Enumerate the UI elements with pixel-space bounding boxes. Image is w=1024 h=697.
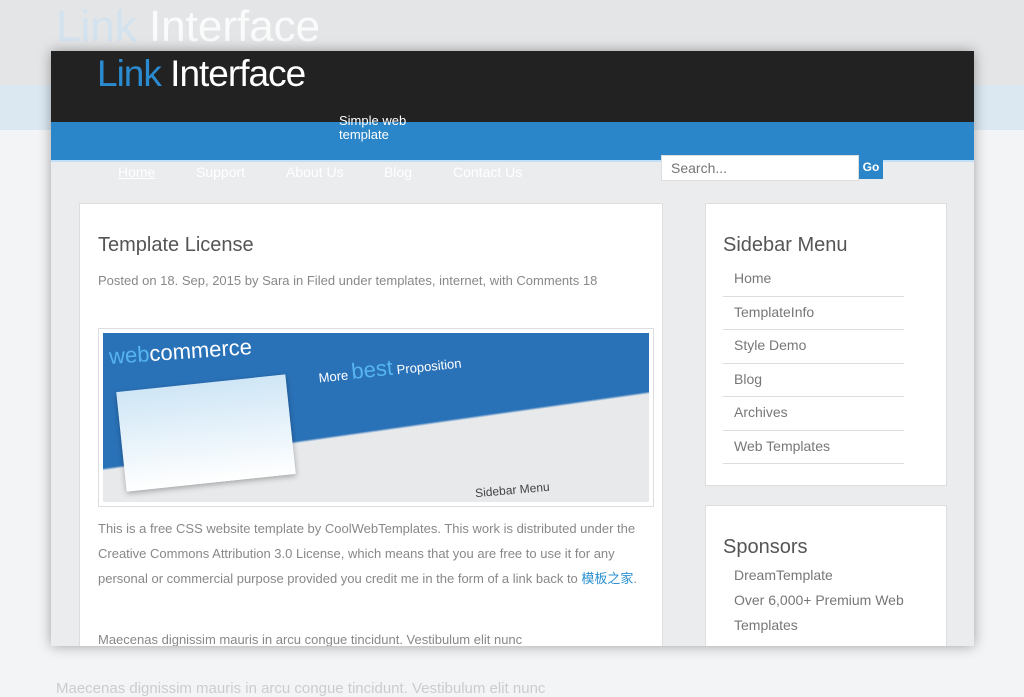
- post-body: This is a free CSS website template by C…: [98, 516, 654, 591]
- sidebar-item-archives[interactable]: Archives: [723, 397, 904, 431]
- image-headline: More best Proposition: [317, 348, 462, 389]
- search-input[interactable]: [661, 155, 859, 181]
- headline-a: More: [317, 367, 353, 386]
- headline-b: best: [350, 354, 395, 384]
- sidebar-item-web-templates[interactable]: Web Templates: [723, 431, 904, 464]
- sidebar-item-style-demo[interactable]: Style Demo: [723, 330, 904, 364]
- bg-logo-a: Link: [56, 2, 137, 51]
- nav-support[interactable]: Support: [196, 164, 245, 180]
- post-content: Template License Posted on 18. Sep, 2015…: [79, 203, 663, 646]
- website-page: Link Interface Simple web template Home …: [51, 51, 974, 646]
- image-mockup: [116, 374, 296, 492]
- credit-link[interactable]: 模板之家: [581, 571, 633, 586]
- bg-logo-b: Interface: [136, 2, 321, 51]
- headline-c: Proposition: [392, 355, 463, 378]
- brand-b: commerce: [148, 334, 253, 367]
- body-text: This is a free CSS website template by C…: [98, 521, 636, 586]
- post-body-2: Maecenas dignissim mauris in arcu congue…: [98, 632, 523, 646]
- sponsors-box: Sponsors DreamTemplate Over 6,000+ Premi…: [705, 505, 947, 646]
- search-go-button[interactable]: Go: [859, 155, 883, 179]
- sidebar-title: Sidebar Menu: [723, 234, 848, 256]
- nav-about-us[interactable]: About Us: [286, 164, 344, 180]
- sponsors-title: Sponsors: [723, 536, 808, 558]
- background-logo: Link Interface: [56, 2, 320, 52]
- nav-home[interactable]: Home: [118, 164, 155, 180]
- post-title: Template License: [98, 234, 254, 256]
- post-meta: Posted on 18. Sep, 2015 by Sara in Filed…: [98, 273, 598, 288]
- sponsor-link[interactable]: Over 6,000+ Premium Web Templates: [706, 588, 916, 638]
- sidebar-item-blog[interactable]: Blog: [723, 364, 904, 397]
- background-text: Maecenas dignissim mauris in arcu congue…: [56, 680, 546, 697]
- nav-contact-us[interactable]: Contact Us: [453, 164, 522, 180]
- sidebar-menu: Sidebar Menu Home TemplateInfo Style Dem…: [705, 203, 947, 486]
- slogan: Simple web template: [339, 113, 407, 142]
- header: Link Interface: [51, 51, 974, 122]
- sponsor-link[interactable]: DreamTemplate: [706, 563, 946, 588]
- image-brand: webcommerce: [108, 334, 253, 370]
- body-end: .: [633, 571, 638, 586]
- logo[interactable]: Link Interface: [97, 53, 306, 95]
- logo-interface: Interface: [160, 53, 306, 94]
- logo-link: Link: [97, 53, 162, 94]
- brand-a: web: [108, 341, 151, 369]
- post-image: webcommerce More best Proposition Sideba…: [98, 328, 654, 507]
- sidebar-item-home[interactable]: Home: [723, 263, 904, 297]
- image-sidebar-label: Sidebar Menu: [474, 479, 551, 501]
- sidebar-item-templateinfo[interactable]: TemplateInfo: [723, 297, 904, 330]
- nav-blog[interactable]: Blog: [384, 164, 412, 180]
